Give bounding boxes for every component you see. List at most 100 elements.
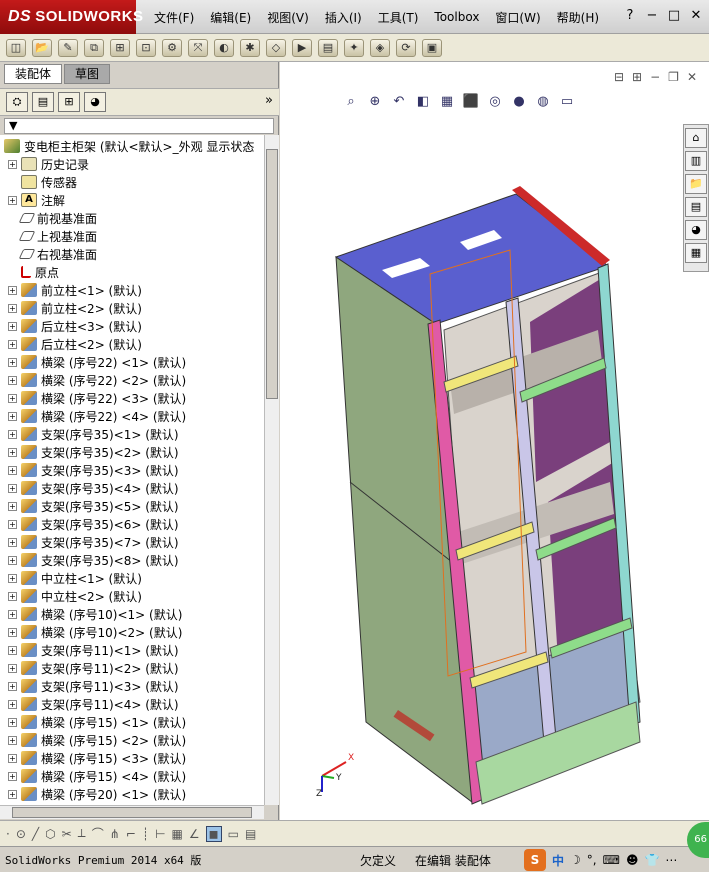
angle-icon[interactable]: ∠ (189, 827, 200, 841)
sogou-ime-icon[interactable]: S (524, 849, 546, 871)
expand-panel-icon[interactable]: » (265, 93, 273, 108)
expand-toggle-icon[interactable]: + (8, 159, 17, 169)
ime-punctuation-icon[interactable]: °, (587, 853, 597, 867)
insert-component-icon[interactable]: ⧉ (84, 38, 104, 57)
tree-item[interactable]: + 中立柱<2> (默认) (8, 587, 142, 605)
keyboard-icon[interactable]: ⌨ (603, 853, 620, 867)
tree-item[interactable]: + 后立柱<2> (默认) (8, 335, 142, 353)
expand-toggle-icon[interactable]: + (8, 285, 17, 295)
move-component-icon[interactable]: ⤧ (188, 38, 208, 57)
tree-item[interactable]: + 横梁 (序号22) <1> (默认) (8, 353, 186, 371)
tree-item[interactable]: + 横梁 (序号22) <3> (默认) (8, 389, 186, 407)
tree-item[interactable]: + 横梁 (序号10)<2> (默认) (8, 623, 182, 641)
display-manager-icon[interactable]: ◕ (84, 92, 106, 112)
polygon-icon[interactable]: ⬡ (45, 827, 55, 841)
tree-item[interactable]: + 支架(序号35)<5> (默认) (8, 497, 179, 515)
tree-item[interactable]: + 支架(序号35)<4> (默认) (8, 479, 179, 497)
expand-toggle-icon[interactable]: + (8, 699, 17, 709)
expand-toggle-icon[interactable]: + (8, 303, 17, 313)
mirror-icon[interactable]: ⋔ (110, 827, 120, 841)
new-motion-study-icon[interactable]: ▶ (292, 38, 312, 57)
dimension-icon[interactable]: ⊢ (155, 827, 165, 841)
tree-item[interactable]: + 横梁 (序号15) <4> (默认) (8, 767, 186, 785)
tree-item[interactable]: + 支架(序号11)<3> (默认) (8, 677, 179, 695)
expand-toggle-icon[interactable]: + (8, 465, 17, 475)
expand-toggle-icon[interactable]: + (8, 321, 17, 331)
assembly-features-icon[interactable]: ✱ (240, 38, 260, 57)
trim-icon[interactable]: ✂ (62, 827, 72, 841)
tree-item[interactable]: + 横梁 (序号20) <1> (默认) (8, 785, 186, 803)
component-pattern-icon[interactable]: ⊡ (136, 38, 156, 57)
exploded-view-icon[interactable]: ✦ (344, 38, 364, 57)
expand-toggle-icon[interactable]: + (8, 411, 17, 421)
expand-toggle-icon[interactable]: + (8, 609, 17, 619)
bill-of-materials-icon[interactable]: ▤ (318, 38, 338, 57)
tree-item[interactable]: + 前立柱<1> (默认) (8, 281, 142, 299)
menu-help[interactable]: 帮助(H) (549, 9, 607, 26)
tree-item[interactable]: + 横梁 (序号10)<1> (默认) (8, 605, 182, 623)
tab-assembly[interactable]: 装配体 (4, 64, 63, 84)
expand-toggle-icon[interactable]: + (8, 339, 17, 349)
tree-item[interactable]: + 横梁 (序号15) <3> (默认) (8, 749, 186, 767)
tree-vertical-scrollbar[interactable] (264, 135, 279, 805)
point-icon[interactable]: · (6, 827, 10, 841)
tree-item[interactable]: + 支架(序号11)<4> (默认) (8, 695, 179, 713)
edit-component-icon[interactable]: ✎ (58, 38, 78, 57)
menu-toolbox[interactable]: Toolbox (426, 10, 487, 24)
property-manager-icon[interactable]: ▤ (32, 92, 54, 112)
expand-toggle-icon[interactable]: + (8, 537, 17, 547)
expand-toggle-icon[interactable]: + (8, 375, 17, 385)
expand-toggle-icon[interactable]: + (8, 555, 17, 565)
expand-toggle-icon[interactable]: + (8, 483, 17, 493)
menu-file[interactable]: 文件(F) (146, 9, 202, 26)
mate-icon[interactable]: ⊞ (110, 38, 130, 57)
scroll-thumb[interactable] (266, 149, 278, 399)
tree-item[interactable]: + 支架(序号11)<2> (默认) (8, 659, 179, 677)
minimize-button[interactable]: − (645, 8, 659, 23)
tree-item[interactable]: + 历史记录 (8, 155, 89, 173)
menu-view[interactable]: 视图(V) (259, 9, 317, 26)
tree-item[interactable]: 右视基准面 (8, 245, 97, 263)
line-icon[interactable]: ╱ (32, 827, 39, 841)
expand-toggle-icon[interactable]: + (8, 645, 17, 655)
expand-toggle-icon[interactable]: + (8, 447, 17, 457)
options-icon[interactable]: ▣ (422, 38, 442, 57)
restore-button[interactable]: □ (667, 8, 681, 23)
shaded-display-icon[interactable]: ◼ (205, 825, 222, 842)
tree-horizontal-scrollbar[interactable] (0, 805, 264, 819)
tree-item[interactable]: 上视基准面 (8, 227, 97, 245)
offset-icon[interactable]: ⌒ (92, 825, 104, 842)
grid-icon[interactable]: ▦ (172, 827, 183, 841)
tab-sketch[interactable]: 草图 (64, 64, 111, 84)
tree-item[interactable]: + 支架(序号35)<8> (默认) (8, 551, 179, 569)
expand-toggle-icon[interactable]: + (8, 591, 17, 601)
show-hidden-icon[interactable]: ◐ (214, 38, 234, 57)
expand-toggle-icon[interactable]: + (8, 717, 17, 727)
tree-item[interactable]: + 后立柱<3> (默认) (8, 317, 142, 335)
tree-item[interactable]: 原点 (8, 263, 59, 281)
ime-halfwidth-icon[interactable]: ☽ (570, 853, 581, 867)
tree-item[interactable]: + 支架(序号11)<1> (默认) (8, 641, 179, 659)
tree-item[interactable]: 传感器 (8, 173, 77, 191)
circle-icon[interactable]: ⊙ (16, 827, 26, 841)
filter-icon[interactable]: ▼ (9, 119, 17, 132)
expand-toggle-icon[interactable]: + (8, 501, 17, 511)
appearances-icon[interactable]: ◕ (685, 220, 707, 240)
file-explorer-icon[interactable]: 📁 (685, 174, 707, 194)
expand-toggle-icon[interactable]: + (8, 393, 17, 403)
expand-toggle-icon[interactable]: + (8, 753, 17, 763)
tree-item[interactable]: + 支架(序号35)<6> (默认) (8, 515, 179, 533)
tree-item[interactable]: + A 注解 (8, 191, 65, 209)
expand-toggle-icon[interactable]: + (8, 771, 17, 781)
tree-item[interactable]: + 支架(序号35)<1> (默认) (8, 425, 179, 443)
feature-manager-icon[interactable]: ⛭ (6, 92, 28, 112)
ime-chinese-mode[interactable]: 中 (552, 852, 564, 869)
reference-geometry-icon[interactable]: ◇ (266, 38, 286, 57)
expand-toggle-icon[interactable]: + (8, 429, 17, 439)
new-document-icon[interactable]: ◫ (6, 38, 26, 57)
view-palette-icon[interactable]: ▤ (685, 197, 707, 217)
centerline-icon[interactable]: ┊ (142, 827, 149, 841)
configuration-manager-icon[interactable]: ⊞ (58, 92, 80, 112)
tree-item[interactable]: + 横梁 (序号22) <2> (默认) (8, 371, 186, 389)
solidworks-logo[interactable]: DS SOLIDWORKS (0, 0, 143, 34)
